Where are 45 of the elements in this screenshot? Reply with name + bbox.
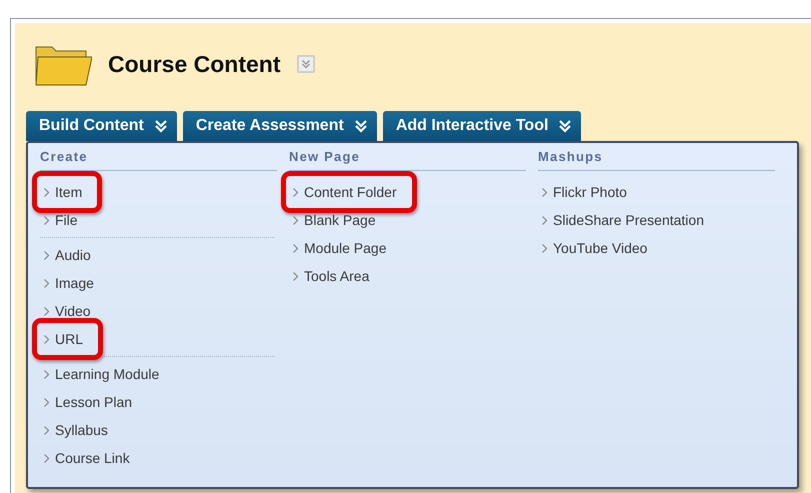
chevron-right-icon [44,426,49,434]
chevron-right-icon [542,188,547,196]
menu-item[interactable]: SlideShare Presentation [553,206,704,234]
menu-item[interactable]: Module Page [304,234,387,262]
chevron-down-icon [154,118,168,134]
section-heading: New Page [289,147,526,170]
chevron-right-icon [293,188,298,196]
menu-tab[interactable]: Create Assessment [182,111,377,141]
menu-item[interactable]: Learning Module [55,360,160,388]
section-heading: Create [40,147,277,170]
page-title: Course Content [108,50,280,79]
menu-item[interactable]: YouTube Video [553,234,648,262]
chevron-down-icon [558,118,572,134]
chevron-right-icon [293,272,298,280]
chevron-right-icon [44,188,49,196]
menu-item[interactable]: Tools Area [304,262,370,290]
chevron-right-icon [293,216,298,224]
menu-item[interactable]: Flickr Photo [553,178,627,206]
menu-item[interactable]: URL [55,325,84,353]
chevron-right-icon [293,244,298,252]
chevron-right-icon [44,370,49,378]
menu-item[interactable]: Course Link [55,444,130,472]
menu-item[interactable]: Syllabus [55,416,108,444]
menu-tab[interactable]: Add Interactive Tool [382,111,582,141]
menu-item[interactable]: File [55,206,78,234]
chevron-right-icon [44,454,49,462]
menu-item[interactable]: Blank Page [304,206,376,234]
chevron-right-icon [542,216,547,224]
chevron-right-icon [44,278,49,288]
menu-item[interactable]: Item [55,178,82,206]
chevron-down-icon [354,118,368,134]
chevron-right-icon [542,244,547,252]
chevron-down-icon[interactable] [296,55,314,73]
menu-item[interactable]: Lesson Plan [55,388,132,416]
chevron-right-icon [44,306,49,316]
menu-item[interactable]: Video [55,297,91,325]
menu-item[interactable]: Image [55,269,94,297]
section-heading: Mashups [538,147,775,170]
menu-tab[interactable]: Build Content [26,111,177,141]
menu-item[interactable]: Audio [55,241,91,269]
chevron-right-icon [44,398,49,406]
chevron-right-icon [44,250,49,260]
chevron-right-icon [44,216,49,224]
chevron-right-icon [44,334,49,344]
menu-item[interactable]: Content Folder [304,178,397,206]
